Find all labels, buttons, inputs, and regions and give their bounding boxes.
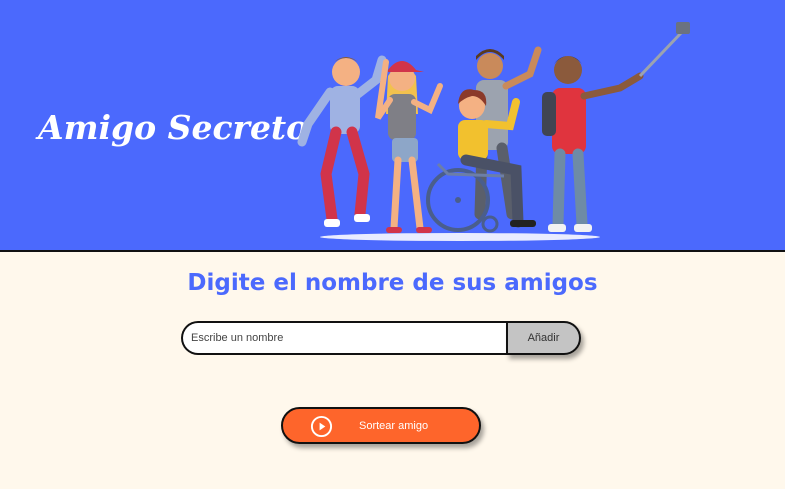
- person-1: [297, 55, 387, 227]
- draw-button-label: Sortear amigo: [359, 420, 429, 432]
- app-title: Amigo Secreto: [38, 108, 309, 147]
- add-friend-form: Añadir: [181, 321, 581, 355]
- add-button[interactable]: Añadir: [506, 321, 581, 355]
- header-banner: Amigo Secreto: [0, 0, 785, 252]
- friend-name-input[interactable]: [181, 321, 507, 355]
- section-title: Digite el nombre de sus amigos: [187, 270, 598, 296]
- main-content: Digite el nombre de sus amigos Añadir So…: [0, 252, 785, 489]
- play-circle-icon: [310, 415, 333, 438]
- friends-illustration: [297, 22, 690, 241]
- draw-friend-button[interactable]: Sortear amigo: [281, 407, 481, 444]
- person-5-selfie: [542, 22, 690, 232]
